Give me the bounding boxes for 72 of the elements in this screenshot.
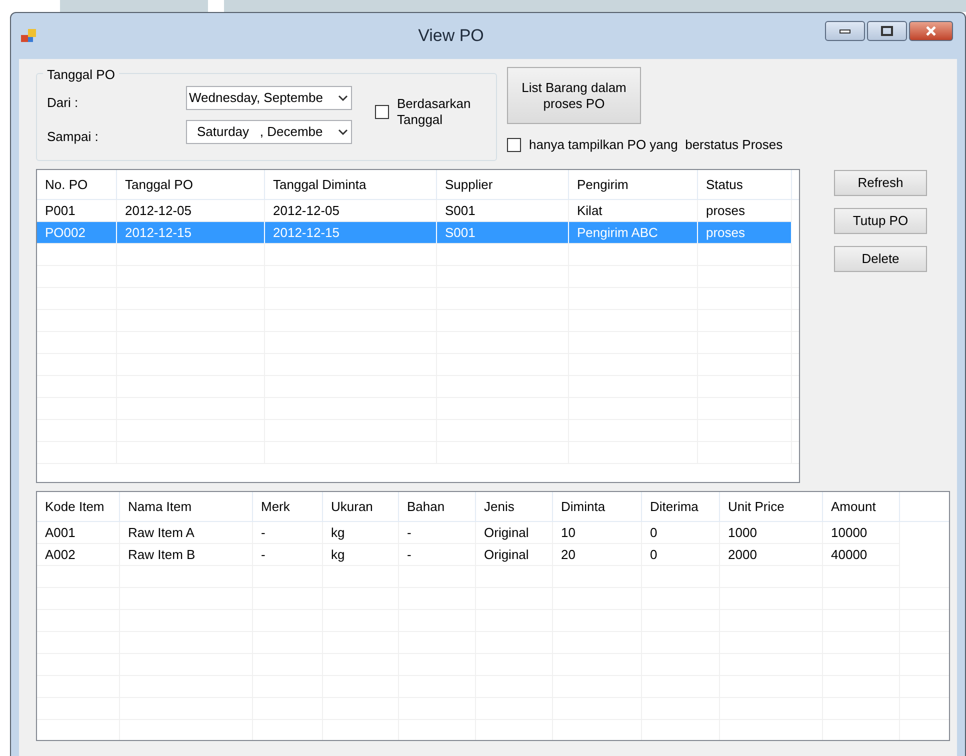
close-button[interactable]	[909, 21, 953, 41]
checkbox-label: hanya tampilkan PO yang berstatus Proses	[529, 136, 783, 154]
table-cell: S001	[437, 200, 569, 221]
minimize-icon	[839, 28, 851, 34]
table-cell: Raw Item B	[120, 544, 253, 565]
list-items-button[interactable]: List Barang dalam proses PO	[507, 67, 641, 124]
table-cell: Original	[476, 544, 553, 565]
table-cell: 40000	[823, 544, 900, 565]
chevron-icon	[338, 129, 348, 135]
table-cell: -	[399, 544, 476, 565]
app-icon	[21, 29, 37, 43]
column-header[interactable]: Unit Price	[720, 492, 823, 521]
table-cell: 10000	[823, 522, 900, 543]
column-header[interactable]: Kode Item	[37, 492, 120, 521]
chevron-icon	[338, 95, 348, 101]
table-cell: 2012-12-05	[117, 200, 265, 221]
column-header[interactable]: Merk	[253, 492, 323, 521]
table-cell: Raw Item A	[120, 522, 253, 543]
checkbox-label: Berdasarkan Tanggal	[397, 96, 472, 128]
checkbox[interactable]	[507, 138, 521, 152]
column-header[interactable]: No. PO	[37, 170, 117, 199]
table-cell: A002	[37, 544, 120, 565]
table-cell: Original	[476, 522, 553, 543]
maximize-icon	[881, 26, 893, 36]
column-header[interactable]: Ukuran	[323, 492, 399, 521]
to-label: Sampai :	[47, 128, 100, 146]
column-header[interactable]: Nama Item	[120, 492, 253, 521]
column-header[interactable]: Pengirim	[569, 170, 698, 199]
column-header[interactable]: Jenis	[476, 492, 553, 521]
table-cell: -	[399, 522, 476, 543]
date-picker[interactable]: Wednesday, Septembe	[186, 86, 352, 110]
action-button[interactable]: Refresh	[834, 170, 927, 196]
column-header[interactable]: Status	[698, 170, 792, 199]
column-header[interactable]: Tanggal Diminta	[265, 170, 437, 199]
table-cell: Kilat	[569, 200, 698, 221]
table-cell: proses	[698, 200, 792, 221]
table-cell: -	[253, 522, 323, 543]
table-row[interactable]: A002 Raw Item B - kg - Original 20 0 2000 40000	[37, 544, 900, 566]
table-cell: A001	[37, 522, 120, 543]
table-cell: 2012-12-15	[265, 222, 437, 243]
column-header[interactable]: Tanggal PO	[117, 170, 265, 199]
table-cell: S001	[437, 222, 569, 243]
action-button[interactable]: Delete	[834, 246, 927, 272]
column-header[interactable]: Diminta	[553, 492, 642, 521]
table-row[interactable]: A001 Raw Item A - kg - Original 10 0 1000 10000	[37, 522, 900, 544]
table-cell: kg	[323, 522, 399, 543]
column-header[interactable]: Supplier	[437, 170, 569, 199]
table-cell: kg	[323, 544, 399, 565]
table-cell: -	[253, 544, 323, 565]
from-label: Dari :	[47, 94, 80, 112]
column-header[interactable]: Bahan	[399, 492, 476, 521]
table-cell: 2012-12-05	[265, 200, 437, 221]
table-cell: Pengirim ABC	[569, 222, 698, 243]
table-cell: proses	[698, 222, 792, 243]
table-cell: 0	[642, 544, 720, 565]
column-header[interactable]: Diterima	[642, 492, 720, 521]
date-picker[interactable]: Saturday , Decembe	[186, 120, 352, 144]
action-button[interactable]: Tutup PO	[834, 208, 927, 234]
table-cell: 20	[553, 544, 642, 565]
table-cell: 1000	[720, 522, 823, 543]
table-cell: 0	[642, 522, 720, 543]
table-cell: 10	[553, 522, 642, 543]
minimize-button[interactable]	[825, 21, 865, 41]
table-cell: 2000	[720, 544, 823, 565]
checkbox[interactable]	[375, 105, 389, 119]
column-header[interactable]: Amount	[823, 492, 900, 521]
window-title: View PO	[418, 25, 484, 48]
table-cell: P001	[37, 200, 117, 221]
maximize-button[interactable]	[867, 21, 907, 41]
table-cell: 2012-12-15	[117, 222, 265, 243]
close-icon	[925, 26, 937, 36]
table-cell: PO002	[37, 222, 117, 243]
